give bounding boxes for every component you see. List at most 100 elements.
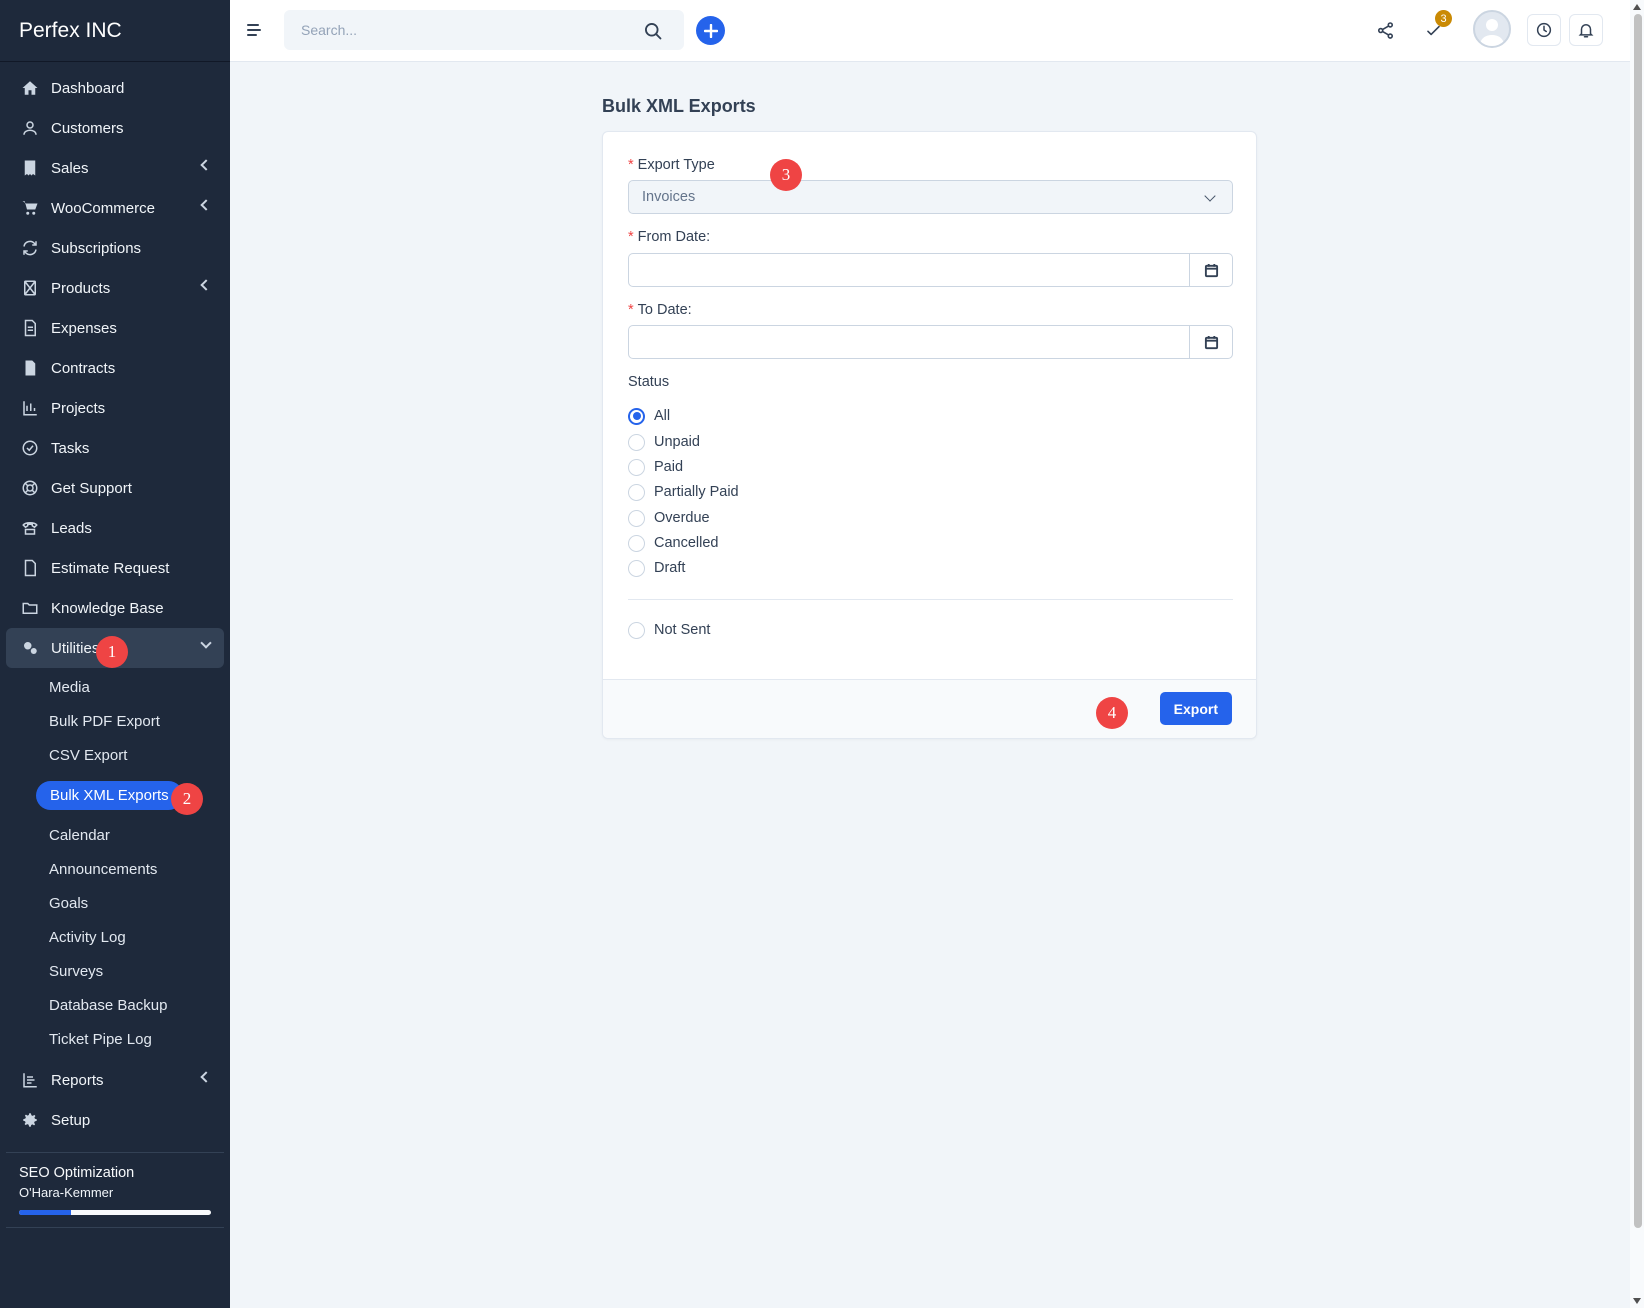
- project-progress-fill: [19, 1210, 71, 1215]
- tty-icon: [19, 517, 41, 539]
- status-radio-unpaid[interactable]: Unpaid: [628, 431, 700, 453]
- sidebar-item-tasks[interactable]: Tasks: [6, 428, 224, 468]
- sidebar-item-knowledge-base[interactable]: Knowledge Base: [6, 588, 224, 628]
- sidebar-subitem-announcements[interactable]: Announcements: [0, 852, 230, 886]
- status-label: Status: [628, 374, 670, 390]
- chevron-left-icon: [200, 199, 212, 211]
- status-radio-not-sent[interactable]: Not Sent: [628, 619, 710, 641]
- avatar[interactable]: [1473, 10, 1511, 48]
- sidebar-item-get-support[interactable]: Get Support: [6, 468, 224, 508]
- to-date-input[interactable]: [629, 326, 1189, 358]
- calendar-icon: [1204, 335, 1218, 349]
- user-avatar-icon: [1480, 19, 1504, 46]
- file-icon: [19, 557, 41, 579]
- plus-icon: [703, 23, 718, 38]
- step-marker-2: 2: [171, 783, 203, 815]
- sidebar-item-subscriptions[interactable]: Subscriptions: [6, 228, 224, 268]
- share-button[interactable]: [1373, 18, 1397, 42]
- gear-icon: [19, 1109, 41, 1131]
- sidebar-subitem-database-backup[interactable]: Database Backup: [0, 988, 230, 1022]
- sidebar-item-estimate-request[interactable]: Estimate Request: [6, 548, 224, 588]
- sidebar-subitem-csv-export[interactable]: CSV Export: [0, 738, 230, 772]
- sidebar-item-setup[interactable]: Setup: [6, 1100, 224, 1140]
- sidebar-subitem-activity-log[interactable]: Activity Log: [0, 920, 230, 954]
- share-icon: [1377, 21, 1393, 39]
- page-title: Bulk XML Exports: [602, 96, 756, 116]
- project-client: O'Hara-Kemmer: [19, 1185, 114, 1200]
- export-type-select[interactable]: Invoices: [628, 180, 1233, 214]
- scrollbar-thumb[interactable]: [1634, 14, 1642, 1228]
- sidebar-item-label: Reports: [51, 1071, 104, 1089]
- radio-button[interactable]: [628, 458, 645, 476]
- sidebar-subitem-calendar[interactable]: Calendar: [0, 818, 230, 852]
- required-mark: *: [628, 229, 634, 245]
- scroll-down-arrow-icon[interactable]: [1633, 1298, 1641, 1304]
- step-marker-4: 4: [1096, 697, 1128, 729]
- radio-button[interactable]: [628, 621, 645, 639]
- receipt-icon: [19, 157, 41, 179]
- step-marker-1: 1: [96, 636, 128, 668]
- sidebar-item-label: Utilities: [51, 639, 100, 657]
- sidebar-item-contracts[interactable]: Contracts: [6, 348, 224, 388]
- notifications-button[interactable]: [1569, 14, 1603, 46]
- user-icon: [19, 117, 41, 139]
- sidebar-item-label: Get Support: [51, 479, 132, 497]
- bar-chart-icon: [19, 1069, 41, 1091]
- divider: [628, 599, 1233, 600]
- sidebar-item-projects[interactable]: Projects: [6, 388, 224, 428]
- sidebar-subitem-surveys[interactable]: Surveys: [0, 954, 230, 988]
- radio-button[interactable]: [628, 509, 645, 527]
- sidebar-item-leads[interactable]: Leads: [6, 508, 224, 548]
- sidebar-item-products[interactable]: Products: [6, 268, 224, 308]
- utilities-submenu: Media Bulk PDF Export CSV Export Bulk XM…: [0, 668, 230, 1060]
- radio-button[interactable]: [628, 483, 645, 501]
- search-input[interactable]: [285, 11, 625, 49]
- sidebar-item-label: Projects: [51, 399, 106, 417]
- status-radio-all[interactable]: All: [628, 405, 670, 427]
- sidebar-item-label: Expenses: [51, 319, 117, 337]
- sidebar-subitem-goals[interactable]: Goals: [0, 886, 230, 920]
- radio-button[interactable]: [628, 559, 645, 577]
- radio-button[interactable]: [628, 407, 645, 425]
- sidebar-item-expenses[interactable]: Expenses: [6, 308, 224, 348]
- sidebar-item-woocommerce[interactable]: WooCommerce: [6, 188, 224, 228]
- from-date-label: * From Date:: [628, 229, 711, 245]
- status-radio-paid[interactable]: Paid: [628, 456, 683, 478]
- to-date-calendar-button[interactable]: [1189, 326, 1232, 358]
- sidebar-item-dashboard[interactable]: Dashboard: [6, 68, 224, 108]
- status-radio-partially-paid[interactable]: Partially Paid: [628, 481, 739, 503]
- sidebar-item-label: Tasks: [51, 439, 90, 457]
- status-radio-cancelled[interactable]: Cancelled: [628, 532, 719, 554]
- sidebar-project-widget[interactable]: SEO Optimization O'Hara-Kemmer: [6, 1152, 224, 1228]
- status-radio-overdue[interactable]: Overdue: [628, 507, 710, 529]
- brand-logo[interactable]: Perfex INC: [0, 0, 230, 62]
- from-date-field: [628, 253, 1233, 287]
- radio-button[interactable]: [628, 534, 645, 552]
- chart-icon: [19, 397, 41, 419]
- sidebar-item-reports[interactable]: Reports: [6, 1060, 224, 1100]
- status-radio-draft[interactable]: Draft: [628, 557, 685, 579]
- menu-toggle-icon[interactable]: [247, 24, 261, 38]
- sidebar-subitem-bulk-xml-exports[interactable]: Bulk XML Exports: [36, 780, 183, 810]
- quick-add-button[interactable]: [696, 16, 725, 45]
- radio-button[interactable]: [628, 433, 645, 451]
- to-date-label: * To Date:: [628, 302, 692, 318]
- home-icon: [19, 77, 41, 99]
- timer-button[interactable]: [1527, 14, 1561, 46]
- required-mark: *: [628, 302, 634, 318]
- from-date-input[interactable]: [629, 254, 1189, 286]
- chevron-down-icon: [200, 637, 212, 649]
- export-button[interactable]: Export: [1159, 692, 1232, 725]
- required-mark: *: [628, 157, 634, 173]
- step-marker-3: 3: [770, 159, 802, 191]
- scroll-up-arrow-icon[interactable]: [1633, 4, 1641, 10]
- contract-icon: [19, 357, 41, 379]
- sidebar-subitem-ticket-pipe-log[interactable]: Ticket Pipe Log: [0, 1022, 230, 1056]
- sidebar-subitem-media[interactable]: Media: [0, 670, 230, 704]
- sidebar-item-sales[interactable]: Sales: [6, 148, 224, 188]
- page-scrollbar[interactable]: [1630, 0, 1644, 1308]
- sidebar-item-customers[interactable]: Customers: [6, 108, 224, 148]
- sidebar-subitem-bulk-pdf-export[interactable]: Bulk PDF Export: [0, 704, 230, 738]
- from-date-calendar-button[interactable]: [1189, 254, 1232, 286]
- search-icon[interactable]: [643, 21, 663, 41]
